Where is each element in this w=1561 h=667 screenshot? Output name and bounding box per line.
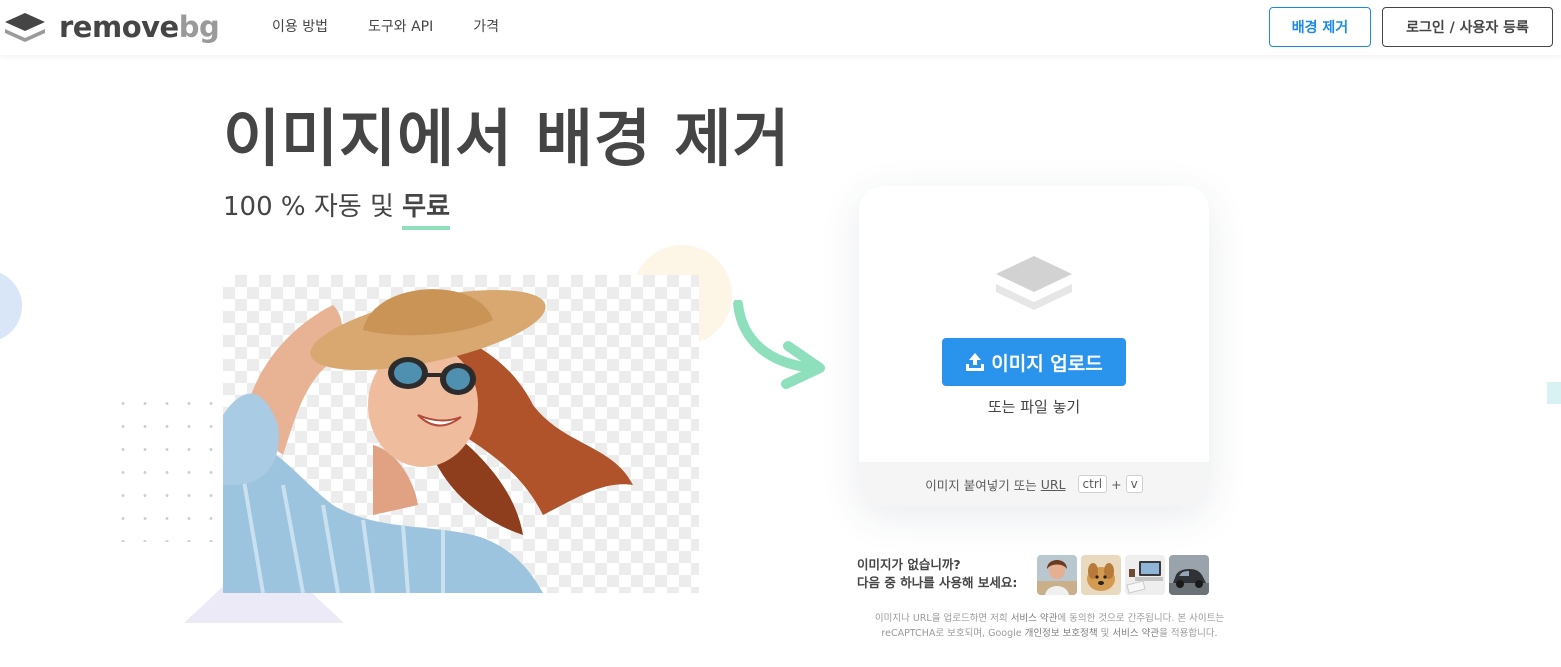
sample-images-prompt: 이미지가 없습니까? 다음 중 하나를 사용해 보세요: bbox=[857, 556, 1017, 592]
key-plus: + bbox=[1111, 476, 1122, 492]
woman-thumbnail-image bbox=[1037, 555, 1077, 595]
curved-arrow-icon bbox=[733, 300, 825, 389]
decorative-blue-circle bbox=[0, 270, 22, 342]
privacy-policy-link[interactable]: 개인정보 보호정책 bbox=[1025, 628, 1098, 639]
upload-button-label: 이미지 업로드 bbox=[991, 352, 1103, 375]
demo-image-transparent bbox=[223, 275, 699, 593]
nav-pricing[interactable]: 가격 bbox=[473, 18, 499, 36]
sample-prompt-line1: 이미지가 없습니까? bbox=[857, 557, 961, 572]
top-header: removebg 이용 방법 도구와 API 가격 배경 제거 로그인 / 사용… bbox=[0, 0, 1561, 55]
upload-icon bbox=[966, 353, 985, 371]
layers-upload-icon bbox=[996, 256, 1072, 310]
dog-thumbnail-image bbox=[1081, 555, 1121, 595]
google-terms-link[interactable]: 서비스 약관 bbox=[1112, 628, 1159, 639]
logo-text-bg: bg bbox=[178, 9, 220, 44]
legal-text-1: 이미지나 URL을 업로드하면 저희 bbox=[874, 613, 1011, 624]
demo-woman-illustration bbox=[223, 289, 633, 593]
key-ctrl: ctrl bbox=[1077, 475, 1108, 493]
sample-thumb-dog[interactable] bbox=[1081, 555, 1121, 595]
drop-file-text: 또는 파일 놓기 bbox=[987, 398, 1081, 416]
paste-hint-text: 이미지 붙여넣기 또는 bbox=[925, 477, 1037, 493]
nav-how-it-works[interactable]: 이용 방법 bbox=[272, 18, 328, 36]
login-signup-button[interactable]: 로그인 / 사용자 등록 bbox=[1382, 7, 1553, 47]
sample-thumb-desk[interactable] bbox=[1125, 555, 1165, 595]
desk-thumbnail-image bbox=[1125, 555, 1165, 595]
subtitle-prefix: 100 % 자동 및 bbox=[223, 192, 394, 222]
page-title: 이미지에서 배경 제거 bbox=[223, 102, 791, 175]
logo-wordmark: removebg bbox=[59, 9, 220, 44]
terms-link[interactable]: 서비스 약관 bbox=[1011, 613, 1058, 624]
upload-image-button[interactable]: 이미지 업로드 bbox=[942, 338, 1126, 386]
main-nav: 이용 방법 도구와 API 가격 bbox=[272, 18, 539, 36]
removebg-logo[interactable]: removebg bbox=[3, 9, 220, 44]
legal-text-3: 및 bbox=[1097, 628, 1113, 639]
subtitle-free-highlight: 무료 bbox=[402, 192, 450, 230]
sample-thumbnails bbox=[1037, 555, 1213, 595]
logo-text-remove: remove bbox=[59, 9, 179, 44]
url-link[interactable]: URL bbox=[1041, 477, 1066, 492]
remove-background-button[interactable]: 배경 제거 bbox=[1269, 7, 1371, 47]
legal-notice: 이미지나 URL을 업로드하면 저희 서비스 약관에 동의한 것으로 간주됩니다… bbox=[857, 611, 1242, 641]
hero-subtitle: 100 % 자동 및 무료 bbox=[223, 190, 450, 230]
paste-hint-bar: 이미지 붙여넣기 또는 URL ctrl + v bbox=[859, 462, 1209, 506]
sample-prompt-line2: 다음 중 하나를 사용해 보세요: bbox=[857, 575, 1018, 590]
upload-card[interactable]: 이미지 업로드 또는 파일 놓기 이미지 붙여넣기 또는 URL ctrl + … bbox=[859, 186, 1209, 506]
key-v: v bbox=[1125, 475, 1143, 493]
car-thumbnail-image bbox=[1169, 555, 1209, 595]
legal-text-4: 을 적용합니다. bbox=[1159, 628, 1218, 639]
decorative-teal-square bbox=[1547, 382, 1561, 404]
nav-tools-api[interactable]: 도구와 API bbox=[368, 18, 433, 36]
layers-logo-icon bbox=[5, 13, 45, 42]
decorative-dot-grid bbox=[112, 392, 222, 542]
sample-thumb-woman[interactable] bbox=[1037, 555, 1077, 595]
sample-thumb-car[interactable] bbox=[1169, 555, 1209, 595]
